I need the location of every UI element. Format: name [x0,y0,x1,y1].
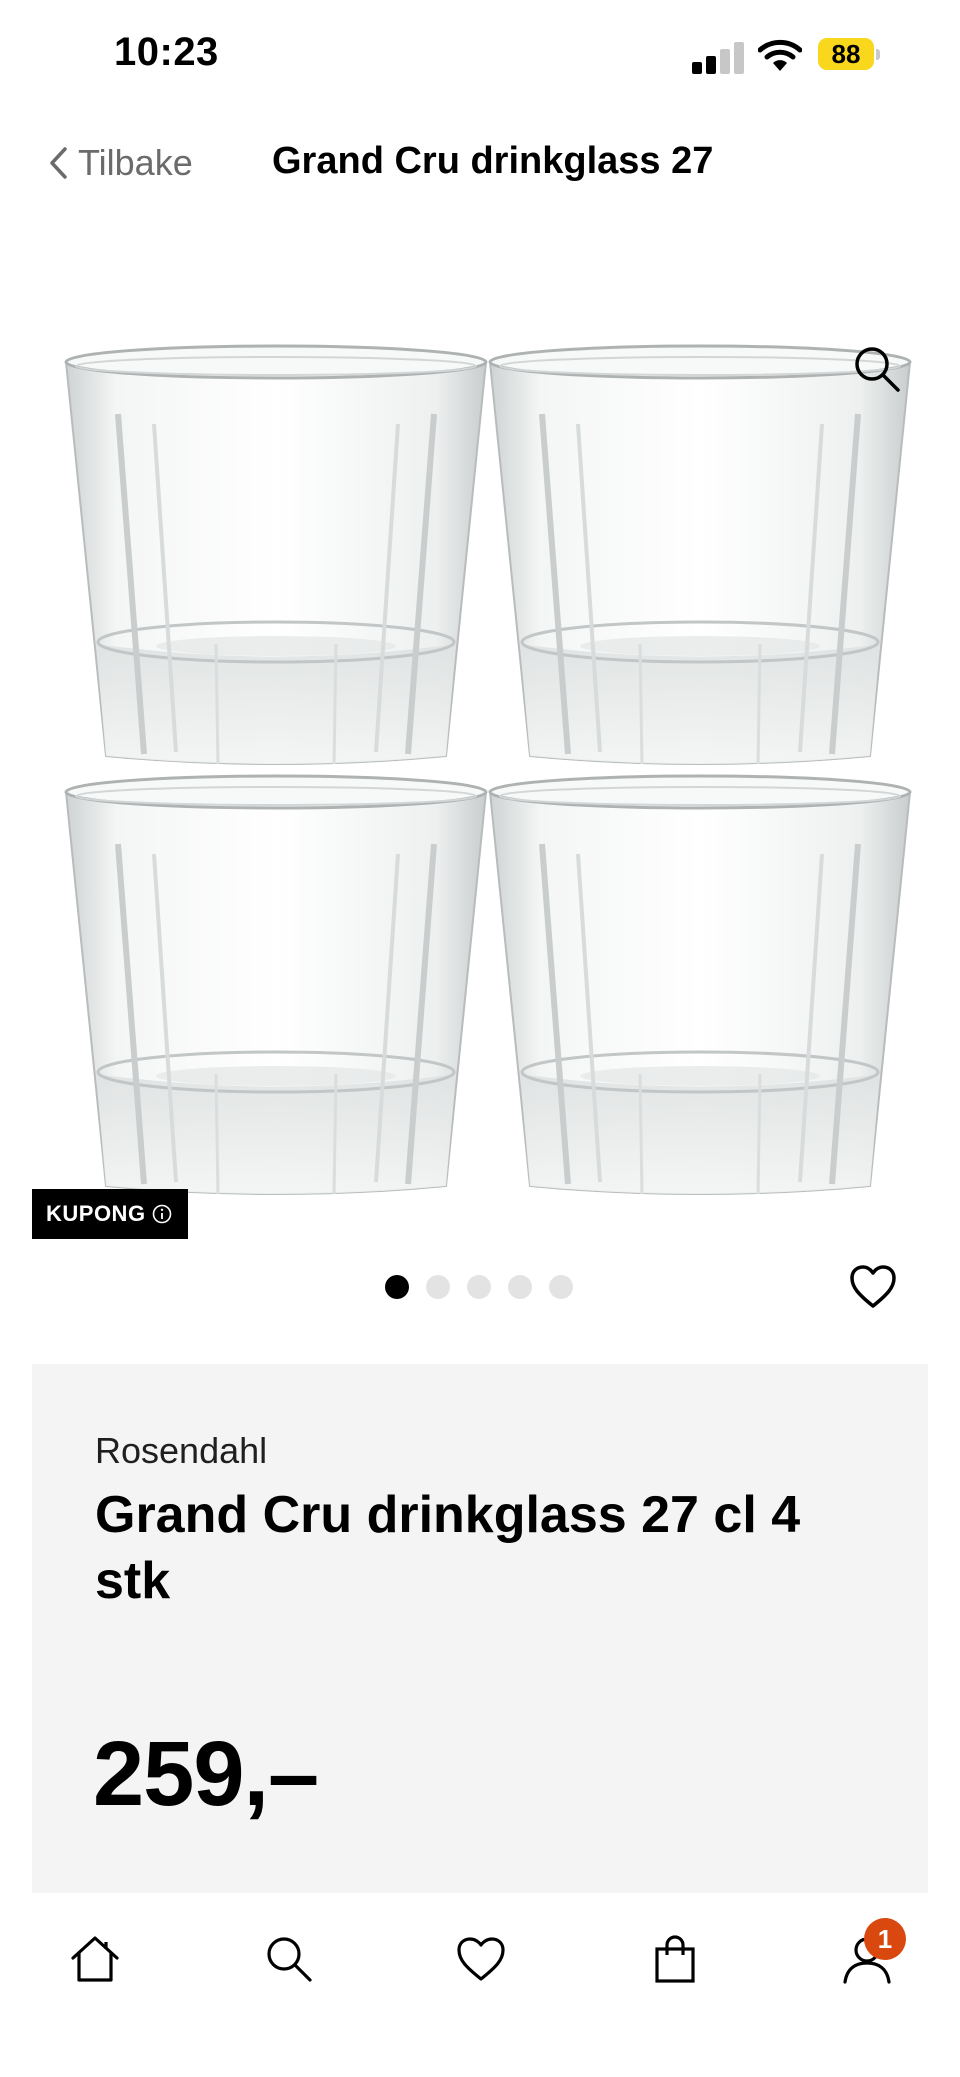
product-price: 259,– [93,1723,319,1825]
wifi-icon [758,39,802,71]
heart-icon[interactable] [454,1932,508,1986]
back-button[interactable]: Tilbake [48,138,193,188]
shopping-bag-icon[interactable] [648,1932,702,1986]
carousel-dot[interactable] [467,1275,491,1299]
favorite-heart-icon[interactable] [848,1262,898,1312]
coupon-badge[interactable]: KUPONG [32,1189,188,1239]
home-icon[interactable] [68,1932,122,1986]
product-brand[interactable]: Rosendahl [95,1430,267,1472]
zoom-icon[interactable] [852,344,902,394]
page-title: Grand Cru drinkglass 27 [272,140,714,182]
carousel-dot[interactable] [385,1275,409,1299]
product-image[interactable] [0,300,960,1260]
carousel-dot[interactable] [549,1275,573,1299]
back-label: Tilbake [78,142,193,183]
search-icon[interactable] [262,1932,316,1986]
chevron-left-icon [50,147,67,179]
carousel-dot[interactable] [508,1275,532,1299]
info-icon [152,1204,171,1224]
status-time: 10:23 [114,30,219,74]
carousel-dots [385,1275,573,1299]
cart-count-badge: 1 [864,1918,906,1960]
battery-icon: 88 [818,38,880,72]
coupon-label: KUPONG [46,1201,146,1226]
battery-percentage: 88 [831,39,861,69]
carousel-dot[interactable] [426,1275,450,1299]
cellular-signal-icon [692,40,744,74]
product-title: Grand Cru drinkglass 27 cl 4 stk [95,1486,801,1610]
